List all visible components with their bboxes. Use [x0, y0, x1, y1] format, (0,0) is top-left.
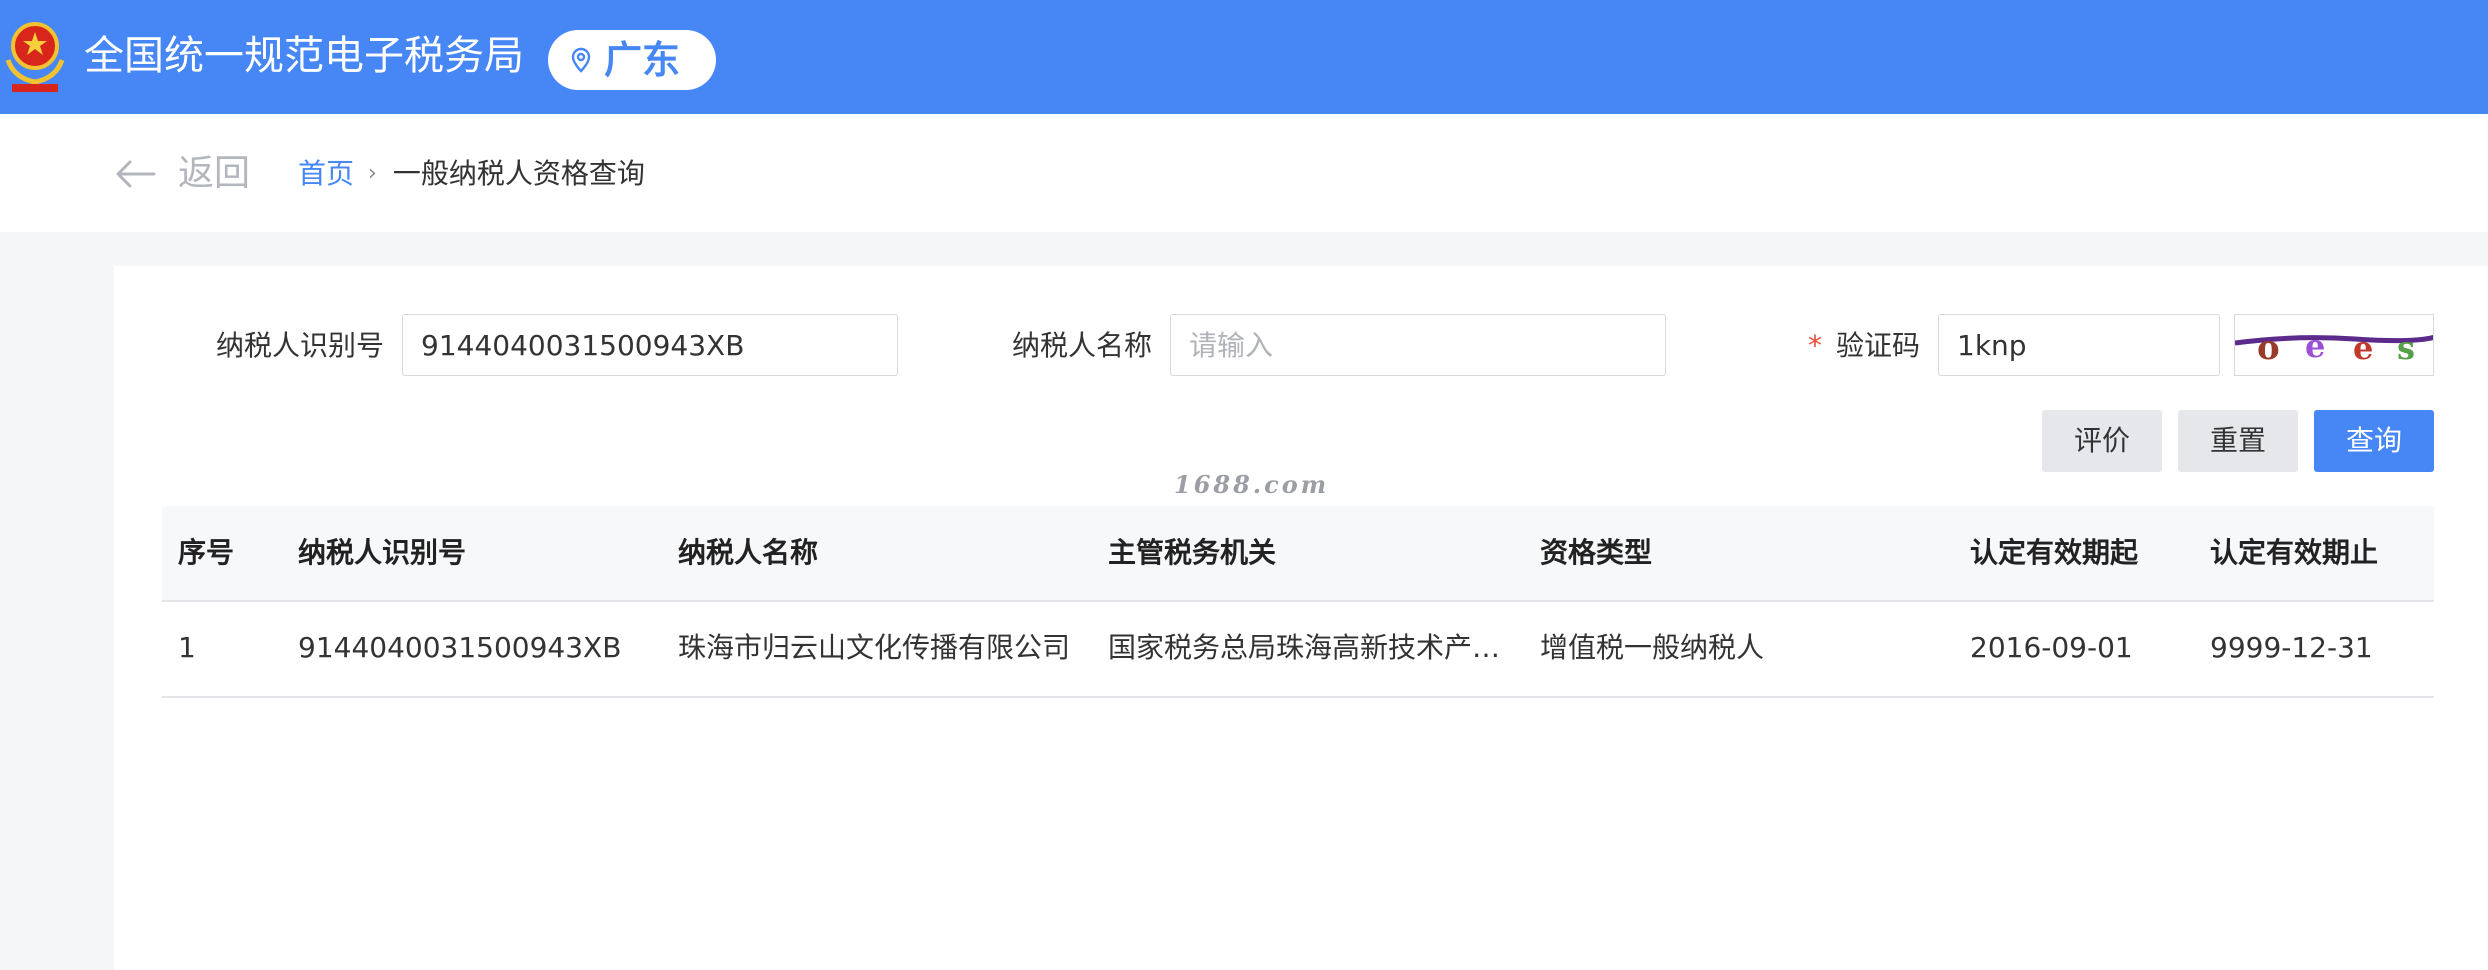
back-label: 返回: [178, 153, 251, 194]
column-header: 主管税务机关: [1108, 536, 1277, 569]
cell-taxpayer-name: 珠海市归云山文化传播有限公司: [678, 631, 1071, 664]
cell-index: 1: [178, 631, 196, 664]
chevron-right-icon: ›: [368, 161, 377, 186]
captcha-input[interactable]: [1938, 314, 2220, 376]
nav-bar: 返回 首页 › 一般纳税人资格查询: [0, 114, 2488, 232]
taxpayer-id-label: 纳税人识别号: [216, 329, 385, 362]
breadcrumb: 首页 › 一般纳税人资格查询: [298, 156, 645, 192]
query-button[interactable]: 查询: [2314, 410, 2434, 472]
captcha-label-text: 验证码: [1836, 329, 1921, 362]
svg-text:o: o: [2257, 328, 2280, 368]
cell-valid-to: 9999-12-31: [2210, 631, 2373, 664]
column-header: 认定有效期止: [2210, 536, 2379, 569]
national-emblem-icon: [5, 22, 65, 92]
column-header: 资格类型: [1540, 536, 1653, 569]
table-row[interactable]: 1 9144040031500943XB 珠海市归云山文化传播有限公司 国家税务…: [162, 602, 2434, 698]
cell-qualification: 增值税一般纳税人: [1540, 631, 1765, 664]
table-header-row: 序号 纳税人识别号 纳税人名称 主管税务机关 资格类型 认定有效期起 认定有效期…: [162, 506, 2434, 602]
taxpayer-name-input[interactable]: [1170, 314, 1666, 376]
reset-button[interactable]: 重置: [2178, 410, 2298, 472]
cell-tax-authority: 国家税务总局珠海高新技术产…: [1108, 631, 1501, 664]
captcha-label: * 验证码: [1808, 326, 1920, 366]
breadcrumb-home-link[interactable]: 首页: [298, 157, 354, 190]
svg-text:e: e: [2305, 327, 2325, 365]
cell-taxpayer-id: 9144040031500943XB: [298, 631, 622, 664]
cell-valid-from: 2016-09-01: [1970, 631, 2133, 664]
column-header: 纳税人名称: [678, 536, 819, 569]
region-selector[interactable]: 广东: [548, 30, 716, 90]
results-table: 序号 纳税人识别号 纳税人名称 主管税务机关 资格类型 认定有效期起 认定有效期…: [162, 506, 2434, 698]
site-title: 全国统一规范电子税务局: [84, 33, 524, 79]
taxpayer-id-input[interactable]: [402, 314, 898, 376]
column-header: 序号: [178, 536, 235, 569]
svg-text:s: s: [2397, 329, 2415, 367]
evaluate-button[interactable]: 评价: [2042, 410, 2162, 472]
breadcrumb-current: 一般纳税人资格查询: [392, 157, 645, 190]
top-header: 全国统一规范电子税务局 广东: [0, 0, 2488, 114]
watermark-text: 1688.com: [1174, 470, 1330, 499]
svg-text:e: e: [2353, 329, 2373, 367]
taxpayer-name-label: 纳税人名称: [1012, 329, 1153, 362]
captcha-image[interactable]: o e e s: [2234, 314, 2434, 376]
required-mark: *: [1808, 329, 1822, 362]
captcha-glyphs: o e e s: [2235, 327, 2433, 368]
region-label: 广东: [604, 38, 681, 82]
column-header: 纳税人识别号: [298, 536, 467, 569]
column-header: 认定有效期起: [1970, 536, 2139, 569]
location-pin-icon: [571, 47, 591, 73]
arrow-left-icon: [116, 160, 156, 188]
